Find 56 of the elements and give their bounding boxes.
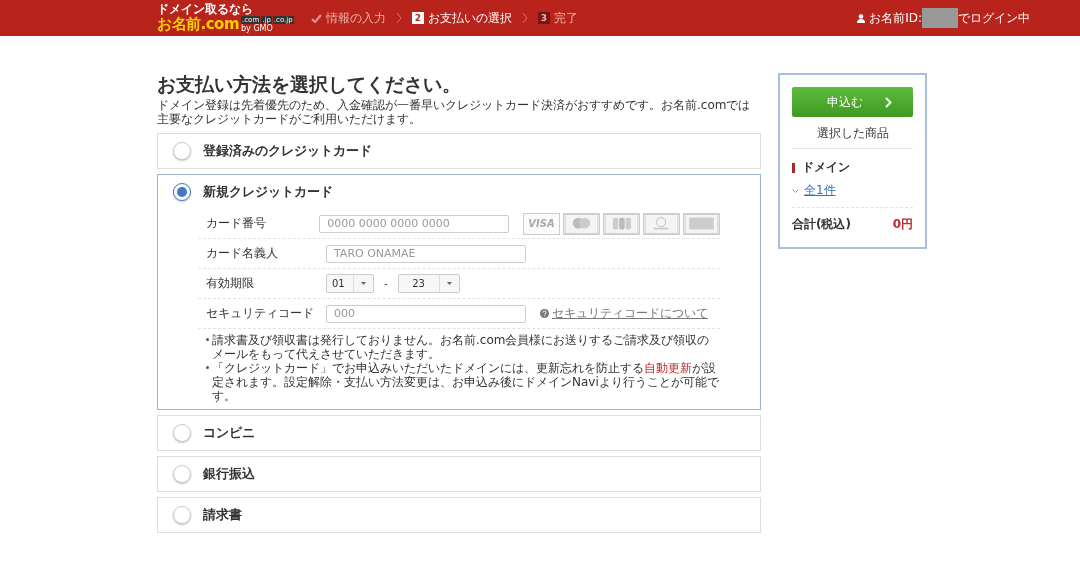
- card-brand-icon: [643, 212, 680, 235]
- logo-wordmark[interactable]: お名前.com: [157, 16, 240, 33]
- user-icon: [857, 13, 866, 23]
- option-label[interactable]: コンビニ: [203, 424, 255, 442]
- help-icon: [540, 309, 549, 318]
- logo-tagline: ドメイン取るなら: [157, 3, 254, 16]
- field-label: 有効期限: [206, 275, 255, 292]
- select-dropdown[interactable]: 23: [397, 274, 460, 293]
- note-text: 「クレジットカード」でお申込みいただいたドメインには、更新忘れを防止する自動更新が設定されます。設定解除・支払い方法変更は、お申込み後にドメインNaviより行うことが可能です。: [212, 361, 720, 403]
- radio-button[interactable]: [173, 183, 191, 201]
- user-id-label: お名前ID:: [869, 9, 922, 27]
- check-icon: [311, 13, 322, 23]
- card-brand-logo: VISA: [523, 212, 560, 235]
- radio-button[interactable]: [173, 142, 191, 160]
- field-label: カード名義人: [206, 245, 279, 262]
- chevron-icon: [885, 96, 892, 108]
- radio-button[interactable]: [173, 465, 191, 483]
- step-number: 2: [412, 12, 424, 24]
- note-text: 請求書及び領収書は発行しておりません。お名前.com会員様にお送りするご請求及び領収のメールをもって代えさせていただきます。: [212, 333, 711, 361]
- field-label: カード番号: [206, 215, 267, 232]
- total-amount: 0円: [892, 216, 913, 233]
- chevron-down-icon: [792, 188, 799, 193]
- radio-button[interactable]: [173, 506, 191, 524]
- separator-text: -: [384, 278, 388, 289]
- chevron-icon: [396, 12, 402, 24]
- auto-renew-link[interactable]: 自動更新: [644, 361, 692, 375]
- card-brand-icon: [683, 212, 720, 235]
- bullet-icon: [206, 366, 209, 369]
- item-count-link[interactable]: 全1件: [804, 182, 836, 199]
- page-title: お支払い方法を選択してください。: [157, 72, 462, 96]
- redacted-block: [922, 8, 958, 28]
- logo-byline: by GMO: [241, 24, 274, 33]
- help-link[interactable]: セキュリティコードについて: [552, 305, 708, 322]
- total-label: 合計(税込): [792, 216, 851, 233]
- step-label: 完了: [554, 9, 578, 27]
- card-brand-icon: [603, 212, 640, 235]
- caret-icon: [361, 282, 366, 285]
- option-label[interactable]: 請求書: [203, 506, 242, 524]
- step-label: 情報の入力: [326, 9, 386, 27]
- step-label: お支払いの選択: [428, 9, 512, 27]
- field-label: セキュリティコード: [206, 305, 315, 322]
- radio-button[interactable]: [173, 424, 191, 442]
- card-brand-icon: [563, 212, 600, 235]
- category-label: ドメイン: [802, 159, 850, 176]
- option-label[interactable]: 新規クレジットカード: [203, 183, 333, 201]
- option-label[interactable]: 登録済みのクレジットカード: [203, 142, 372, 160]
- step-number: 3: [538, 12, 550, 24]
- login-status: でログイン中: [958, 9, 1030, 27]
- select-dropdown[interactable]: 01: [326, 274, 374, 293]
- bullet-icon: [206, 338, 209, 341]
- category-marker: [792, 162, 795, 173]
- caret-icon: [446, 282, 452, 285]
- lead-text: ドメイン登録は先着優先のため、入金確認が一番早いクレジットカード決済がおすすめです。お名前.comでは主要なクレジットカードがご利用いただけます。: [157, 98, 752, 126]
- summary-heading: 選択した商品: [792, 117, 913, 149]
- chevron-icon: [522, 12, 528, 24]
- option-label[interactable]: 銀行振込: [203, 465, 255, 483]
